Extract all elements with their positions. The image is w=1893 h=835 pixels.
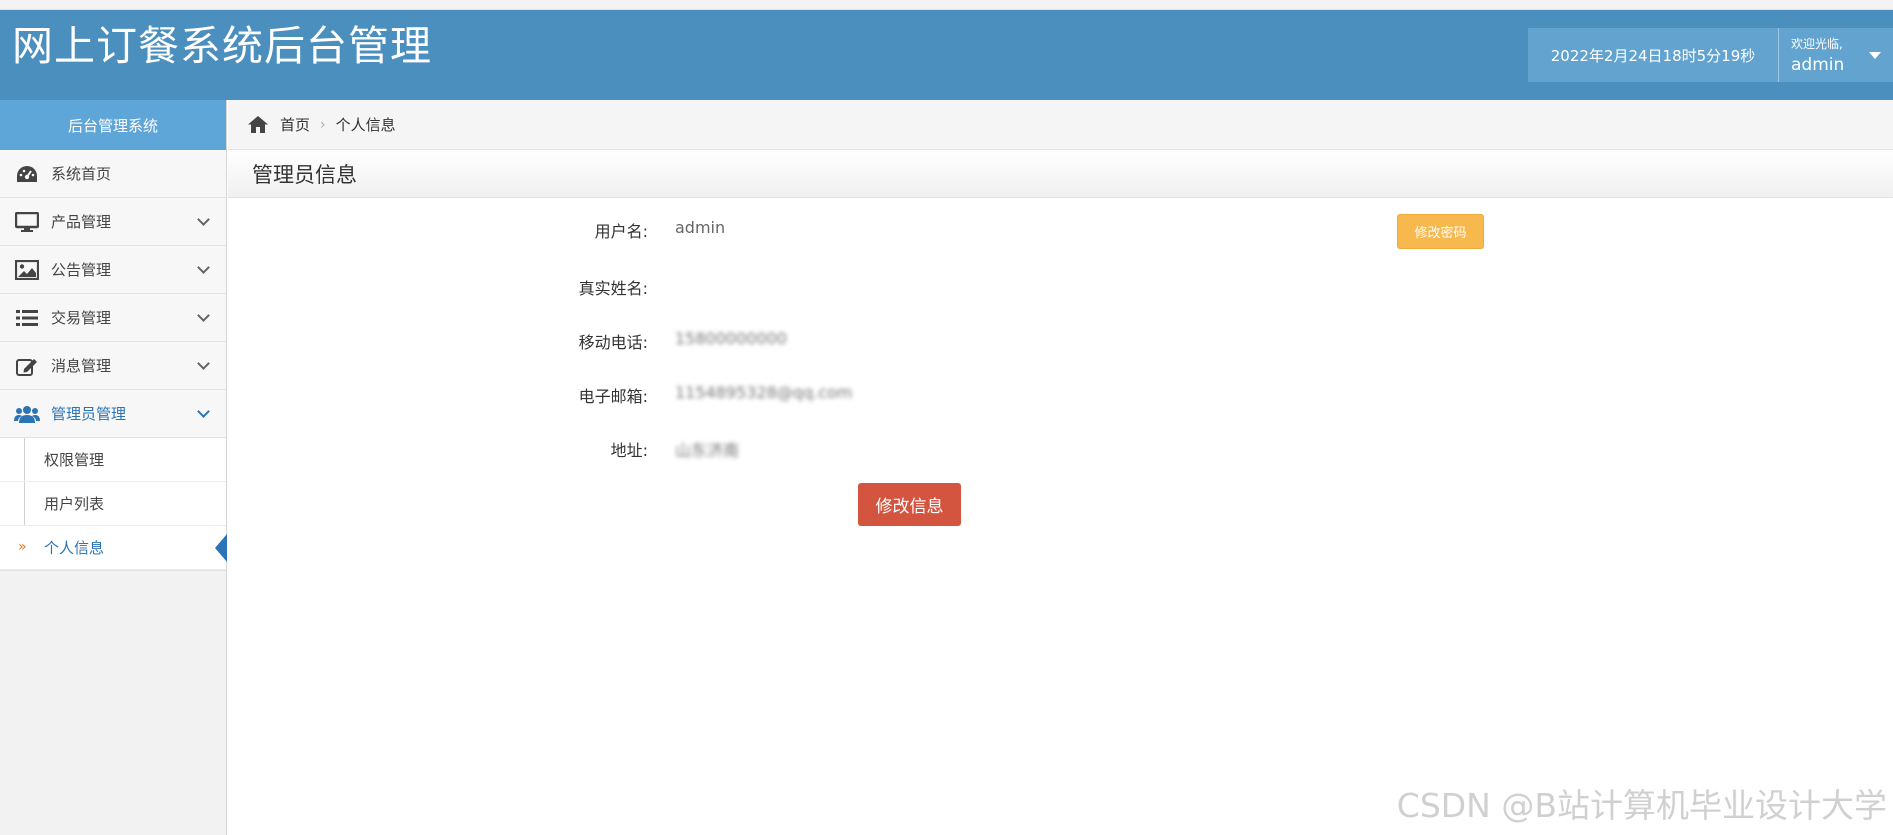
email-value: 1154895328@qq.com: [675, 383, 853, 402]
change-password-button[interactable]: 修改密码: [1397, 214, 1484, 249]
list-icon: [14, 308, 40, 328]
sidebar-title: 后台管理系统: [0, 100, 226, 150]
email-label: 电子邮箱:: [578, 387, 648, 406]
phone-value: 15800000000: [675, 329, 787, 348]
sidebar-item-label: 消息管理: [51, 357, 112, 375]
welcome-text: 欢迎光临,: [1791, 37, 1843, 51]
sidebar-item-label: 管理员管理: [51, 405, 127, 423]
caret-down-icon: [1869, 52, 1881, 59]
submenu-item-label: 用户列表: [44, 495, 105, 513]
chevron-down-icon: [197, 405, 210, 418]
submenu-item-label: 个人信息: [44, 539, 105, 557]
image-icon: [14, 259, 40, 280]
current-username: admin: [1791, 55, 1845, 75]
sidebar-item-label: 产品管理: [51, 213, 112, 231]
active-indicator: [215, 534, 227, 562]
sidebar-item-notices[interactable]: 公告管理: [0, 246, 226, 294]
sidebar-item-label: 公告管理: [51, 261, 112, 279]
submenu-item-profile[interactable]: » 个人信息: [0, 526, 227, 570]
phone-label: 移动电话:: [578, 333, 648, 352]
watermark: CSDN @B站计算机毕业设计大学: [1396, 786, 1887, 825]
chevron-down-icon: [197, 309, 210, 322]
save-info-button[interactable]: 修改信息: [858, 483, 961, 526]
sidebar: 后台管理系统 系统首页 产品管理 公告管理 交易管理 消息管理 管理员管理 权限…: [0, 100, 227, 835]
home-icon[interactable]: [248, 116, 268, 133]
address-label: 地址:: [610, 441, 648, 460]
breadcrumb-separator-icon: ›: [320, 116, 326, 133]
realname-label: 真实姓名:: [578, 279, 648, 298]
monitor-icon: [14, 211, 40, 232]
sidebar-item-transactions[interactable]: 交易管理: [0, 294, 226, 342]
users-icon: [14, 404, 40, 424]
admin-info-form: 用户名: admin 真实姓名: 移动电话: 15800000000 电子邮箱:…: [228, 198, 1893, 835]
double-chevron-right-icon: »: [18, 539, 27, 555]
page-title: 管理员信息: [228, 150, 1893, 198]
chevron-down-icon: [197, 357, 210, 370]
username-label: 用户名:: [594, 222, 648, 241]
header-right: 2022年2月24日18时5分19秒 欢迎光临, admin: [1528, 28, 1893, 82]
sidebar-item-messages[interactable]: 消息管理: [0, 342, 226, 390]
breadcrumb: 首页 › 个人信息: [228, 100, 1893, 150]
admin-submenu: 权限管理 用户列表 » 个人信息: [0, 438, 227, 571]
sidebar-item-admins[interactable]: 管理员管理: [0, 390, 226, 438]
sidebar-item-label: 交易管理: [51, 309, 112, 327]
user-menu[interactable]: 欢迎光临, admin: [1778, 28, 1893, 82]
breadcrumb-current: 个人信息: [335, 116, 396, 134]
datetime-display: 2022年2月24日18时5分19秒: [1528, 28, 1778, 82]
sidebar-item-products[interactable]: 产品管理: [0, 198, 226, 246]
sidebar-item-label: 系统首页: [51, 165, 112, 183]
app-header: 网上订餐系统后台管理 2022年2月24日18时5分19秒 欢迎光临, admi…: [0, 10, 1893, 100]
username-value: admin: [675, 218, 726, 237]
app-title: 网上订餐系统后台管理: [12, 22, 432, 70]
submenu-item-user-list[interactable]: 用户列表: [0, 482, 226, 526]
chevron-down-icon: [197, 261, 210, 274]
address-value: 山东济南: [675, 441, 740, 460]
sidebar-item-home[interactable]: 系统首页: [0, 150, 226, 198]
dashboard-icon: [14, 164, 40, 184]
chevron-down-icon: [197, 213, 210, 226]
edit-icon: [14, 356, 40, 376]
submenu-item-permissions[interactable]: 权限管理: [0, 438, 226, 482]
browser-top-strip: [0, 0, 1893, 10]
breadcrumb-home[interactable]: 首页: [280, 114, 310, 135]
submenu-item-label: 权限管理: [44, 451, 105, 469]
